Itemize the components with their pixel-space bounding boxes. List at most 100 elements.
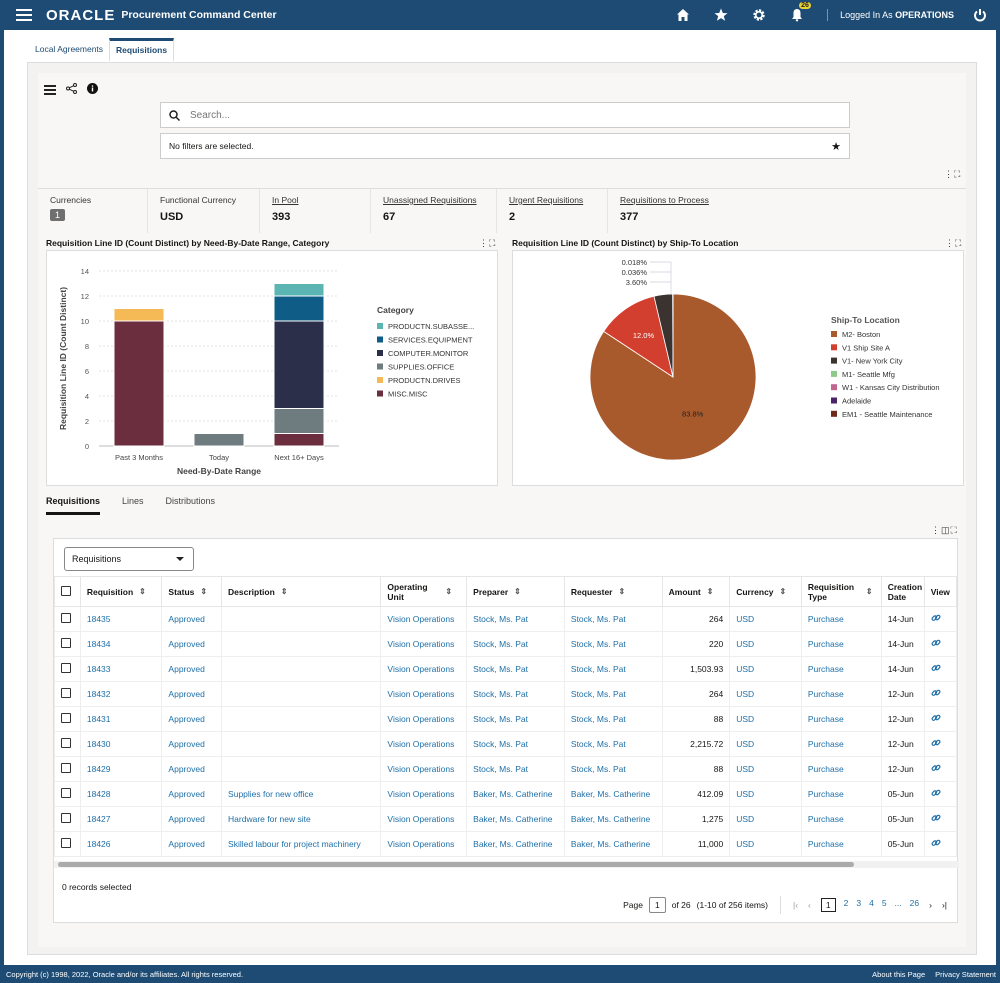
table-row[interactable]: 18430 Approved Vision Operations Stock, Ms.… — [54, 731, 958, 757]
cell-operating-unit[interactable]: Vision Operations — [380, 756, 468, 782]
tab-requisitions[interactable]: Requisitions — [109, 38, 175, 61]
table-row[interactable]: 18432 Approved Vision Operations Stock, Ms.… — [54, 681, 958, 707]
cell-description[interactable]: Skilled labour for project machinery — [221, 831, 382, 857]
row-checkbox[interactable] — [61, 638, 71, 648]
table-row[interactable]: 18435 Approved Vision Operations Stock, Ms.… — [54, 606, 958, 632]
cell-requisition-type[interactable]: Purchase — [800, 831, 882, 857]
table-row[interactable]: 18433 Approved Vision Operations Stock, Ms.… — [54, 656, 958, 682]
row-checkbox[interactable] — [61, 713, 71, 723]
cell-operating-unit[interactable]: Vision Operations — [380, 656, 468, 682]
column-header-description[interactable]: Description ⇕ — [221, 576, 382, 607]
bar-segment-misc-misc[interactable] — [113, 320, 165, 447]
cell-status[interactable]: Approved — [161, 631, 223, 657]
cell-requester[interactable]: Stock, Ms. Pat — [563, 606, 663, 632]
home-icon[interactable] — [673, 5, 693, 25]
legend-item[interactable]: EM1 - Seattle Maintenance — [831, 410, 932, 419]
next-page-icon[interactable]: › — [929, 900, 932, 910]
privacy-link[interactable]: Privacy Statement — [935, 970, 996, 979]
bar-chart-controls[interactable]: ⋮⛶ — [479, 238, 496, 249]
page-input[interactable]: 1 — [649, 897, 666, 913]
cell-requisition-type[interactable]: Purchase — [800, 781, 882, 807]
pie-chart-controls[interactable]: ⋮⛶ — [945, 238, 962, 249]
kpi-link[interactable]: In Pool — [272, 195, 358, 205]
last-page-icon[interactable]: ›| — [942, 900, 947, 910]
star-icon[interactable] — [711, 5, 731, 25]
info-icon[interactable] — [87, 81, 98, 99]
column-header-creation-date[interactable]: Creation Date — [880, 576, 925, 607]
cell-description[interactable]: Hardware for new site — [221, 806, 382, 832]
bar-segment-computer-monitor[interactable] — [273, 320, 325, 409]
cell-requisition-type[interactable]: Purchase — [800, 731, 882, 757]
link-icon[interactable] — [931, 813, 941, 823]
cell-requisition[interactable]: 18430 — [79, 731, 163, 757]
row-checkbox[interactable] — [61, 688, 71, 698]
cell-requisition[interactable]: 18427 — [79, 806, 163, 832]
column-header-requester[interactable]: Requester ⇕ — [563, 576, 663, 607]
link-icon[interactable] — [931, 613, 941, 623]
kpi-link[interactable]: Unassigned Requisitions — [383, 195, 484, 205]
cell-currency[interactable]: USD — [729, 631, 802, 657]
cell-requisition[interactable]: 18426 — [79, 831, 163, 857]
cell-preparer[interactable]: Stock, Ms. Pat — [466, 706, 565, 732]
cell-status[interactable]: Approved — [161, 706, 223, 732]
subtab-distributions[interactable]: Distributions — [166, 496, 216, 515]
about-link[interactable]: About this Page — [872, 970, 925, 979]
subtab-lines[interactable]: Lines — [122, 496, 144, 515]
subtab-requisitions[interactable]: Requisitions — [46, 496, 101, 515]
tab-local-agreements[interactable]: Local Agreements — [29, 38, 109, 61]
power-icon[interactable] — [970, 5, 990, 25]
cell-operating-unit[interactable]: Vision Operations — [380, 781, 468, 807]
sort-icon[interactable]: ⇕ — [707, 587, 714, 596]
cell-preparer[interactable]: Baker, Ms. Catherine — [466, 831, 565, 857]
cell-operating-unit[interactable]: Vision Operations — [380, 631, 468, 657]
select-all-checkbox[interactable] — [61, 585, 71, 596]
kpi-link[interactable]: Requisitions to Process — [620, 195, 726, 205]
sort-icon[interactable]: ⇕ — [445, 587, 452, 596]
legend-item[interactable]: M1- Seattle Mfg — [831, 370, 895, 379]
cell-currency[interactable]: USD — [729, 731, 802, 757]
sort-icon[interactable]: ⇕ — [200, 587, 207, 596]
cell-requisition[interactable]: 18432 — [79, 681, 163, 707]
cell-requester[interactable]: Stock, Ms. Pat — [563, 731, 663, 757]
link-icon[interactable] — [931, 838, 941, 848]
legend-item[interactable]: SUPPLIES.OFFICE — [377, 363, 454, 372]
column-header-preparer[interactable]: Preparer ⇕ — [466, 576, 565, 607]
share-icon[interactable] — [66, 81, 77, 99]
table-panel-controls[interactable]: ⋮◫⛶ — [931, 525, 958, 536]
cell-currency[interactable]: USD — [729, 781, 802, 807]
column-header-status[interactable]: Status ⇕ — [161, 576, 223, 607]
cell-requisition[interactable]: 18434 — [79, 631, 163, 657]
cell-currency[interactable]: USD — [729, 706, 802, 732]
cell-preparer[interactable]: Stock, Ms. Pat — [466, 656, 565, 682]
cell-description[interactable]: Supplies for new office — [221, 781, 382, 807]
row-checkbox[interactable] — [61, 613, 71, 623]
kpi-panel-controls[interactable]: ⋮⛶ — [944, 169, 961, 180]
cell-currency[interactable]: USD — [729, 606, 802, 632]
gear-icon[interactable] — [749, 5, 769, 25]
menu-icon[interactable] — [44, 83, 56, 97]
cell-requisition-type[interactable]: Purchase — [800, 806, 882, 832]
page-number[interactable]: 4 — [869, 898, 874, 912]
cell-preparer[interactable]: Stock, Ms. Pat — [466, 606, 565, 632]
cell-status[interactable]: Approved — [161, 831, 223, 857]
cell-status[interactable]: Approved — [161, 656, 223, 682]
search-input[interactable] — [190, 109, 790, 121]
table-row[interactable]: 18429 Approved Vision Operations Stock, Ms.… — [54, 756, 958, 782]
legend-item[interactable]: PRODUCTN.DRIVES — [377, 376, 461, 385]
column-header-view[interactable]: View — [923, 576, 958, 607]
first-page-icon[interactable]: |‹ — [793, 900, 798, 910]
link-icon[interactable] — [931, 738, 941, 748]
favorite-star-icon[interactable]: ★ — [831, 140, 841, 153]
cell-requisition[interactable]: 18428 — [79, 781, 163, 807]
row-checkbox[interactable] — [61, 813, 71, 823]
cell-requester[interactable]: Stock, Ms. Pat — [563, 631, 663, 657]
cell-requisition-type[interactable]: Purchase — [800, 681, 882, 707]
page-number[interactable]: 2 — [844, 898, 849, 912]
column-header-requisition-type[interactable]: Requisition Type ⇕ — [800, 576, 882, 607]
cell-currency[interactable]: USD — [729, 831, 802, 857]
sort-icon[interactable]: ⇕ — [139, 587, 146, 596]
bar-segment-productn-subasse-[interactable] — [273, 283, 325, 297]
bar-segment-misc-misc[interactable] — [273, 433, 325, 447]
cell-preparer[interactable]: Baker, Ms. Catherine — [466, 806, 565, 832]
cell-currency[interactable]: USD — [729, 656, 802, 682]
